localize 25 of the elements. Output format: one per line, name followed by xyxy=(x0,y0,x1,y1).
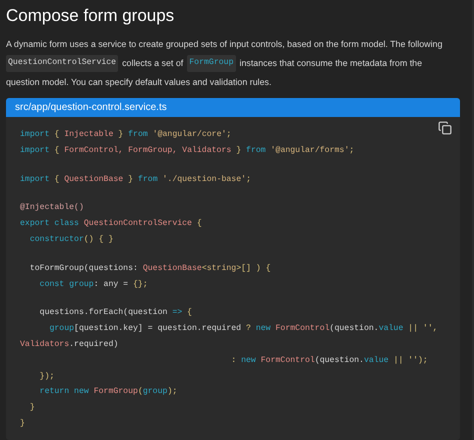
inline-code: QuestionControlService xyxy=(6,55,118,72)
inline-code-link[interactable]: FormGroup xyxy=(187,55,236,72)
code-line: constructor() { } xyxy=(28,234,114,246)
code-line: Validators.required) xyxy=(20,338,118,351)
code-line: const group: any = {}; xyxy=(38,278,148,291)
code-line: import { Injectable } from '@angular/core'; xyxy=(20,129,232,141)
code-line: import { QuestionBase } from './question-base'; xyxy=(20,174,251,186)
paragraph-text: question model. You can specify default values and validation rules. xyxy=(6,76,272,89)
code-line: group[question.key] = question.required ? new FormControl(question.value || '', xyxy=(48,323,438,336)
file-name: src/app/question-control.service.ts xyxy=(15,101,167,115)
code-line: : new FormControl(question.value || ''); xyxy=(230,354,428,367)
paragraph-text: instances that consume the metadata from the xyxy=(240,56,422,70)
copy-icon[interactable] xyxy=(438,121,452,135)
code-line: import { FormControl, FormGroup, Validators } from '@angular/forms'; xyxy=(20,144,354,157)
section-heading: Compose form groups xyxy=(6,5,174,27)
code-line: @Injectable() xyxy=(20,202,84,214)
code-line: }); xyxy=(38,370,54,383)
code-line: questions.forEach(question => { xyxy=(38,307,192,320)
code-line: return new FormGroup(group); xyxy=(38,386,178,398)
paragraph-text: collects a set of xyxy=(122,56,184,70)
code-line: export class QuestionControlService { xyxy=(20,218,202,230)
code-line: } xyxy=(28,402,35,414)
code-line: } xyxy=(20,418,25,430)
code-line: toFormGroup(questions: QuestionBase<string>[] ) { xyxy=(28,262,271,275)
paragraph-text: A dynamic form uses a service to create grouped sets of input controls, based on the form model. The following xyxy=(6,38,442,51)
